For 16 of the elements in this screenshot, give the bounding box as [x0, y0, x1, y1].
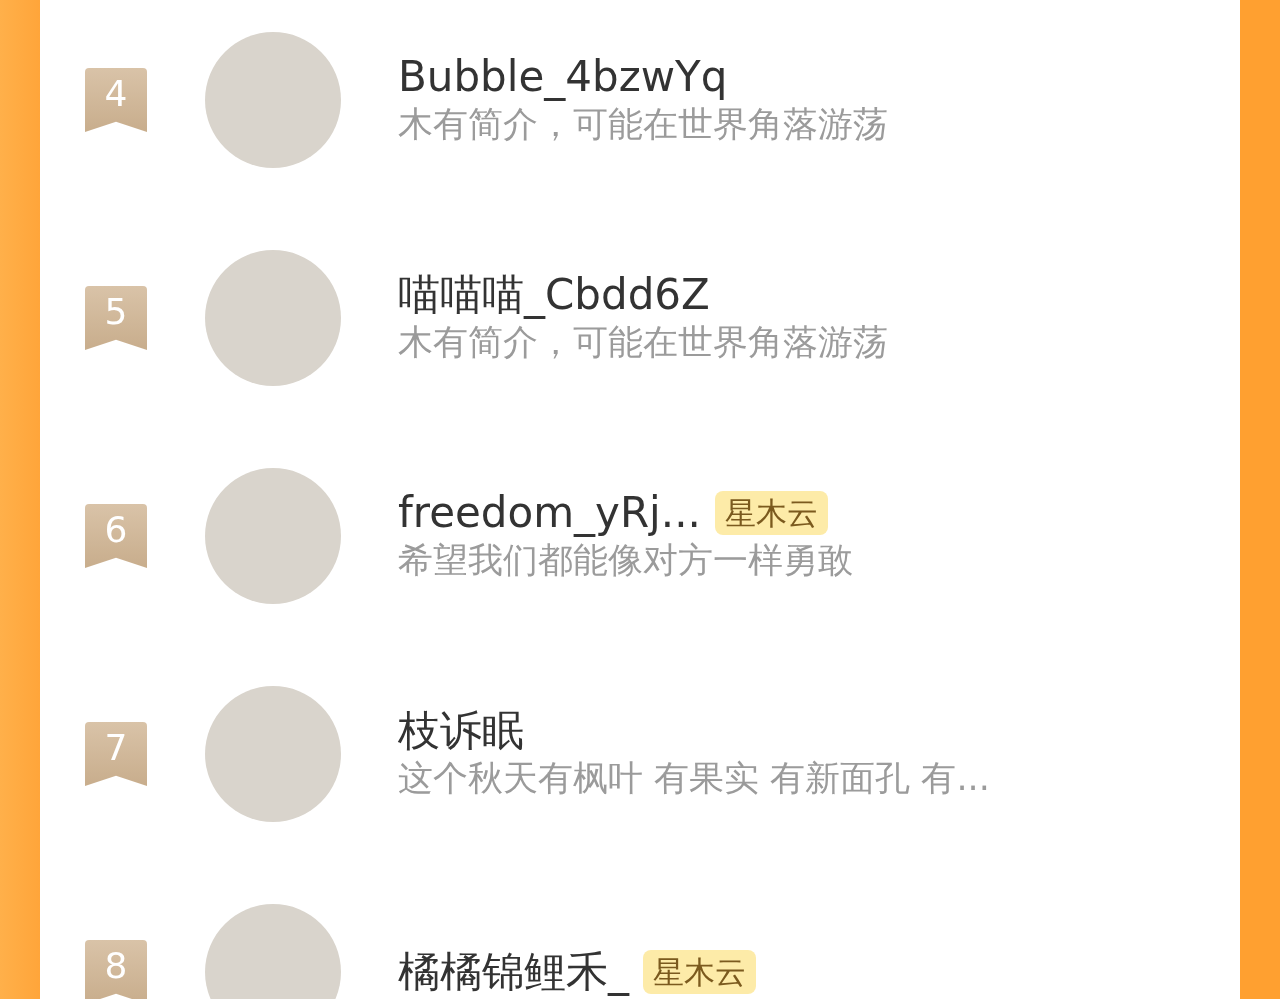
- user-tag: 星木云: [714, 491, 828, 536]
- user-tag: 星木云: [643, 949, 756, 995]
- user-name[interactable]: Bubble_4bzwYq: [398, 52, 728, 103]
- user-bio: 这个秋天有枫叶 有果实 有新面孔 有...: [398, 757, 990, 801]
- rank-badge: 5: [85, 286, 147, 350]
- user-bio: 木有简介，可能在世界角落游荡: [398, 103, 888, 147]
- user-name[interactable]: freedom_yRj...: [398, 488, 701, 539]
- user-name[interactable]: 橘橘锦鲤禾_: [398, 946, 629, 998]
- rank-badge: 6: [85, 504, 147, 568]
- rank-badge: 8: [85, 940, 147, 999]
- user-bio: 希望我们都能像对方一样勇敢: [398, 539, 853, 583]
- user-name[interactable]: 枝诉眠: [398, 706, 524, 757]
- rank-badge: 4: [85, 68, 147, 132]
- rank-badge: 7: [85, 722, 147, 786]
- user-name[interactable]: 喵喵喵_Cbdd6Z: [398, 270, 710, 321]
- user-bio: 木有简介，可能在世界角落游荡: [398, 321, 888, 365]
